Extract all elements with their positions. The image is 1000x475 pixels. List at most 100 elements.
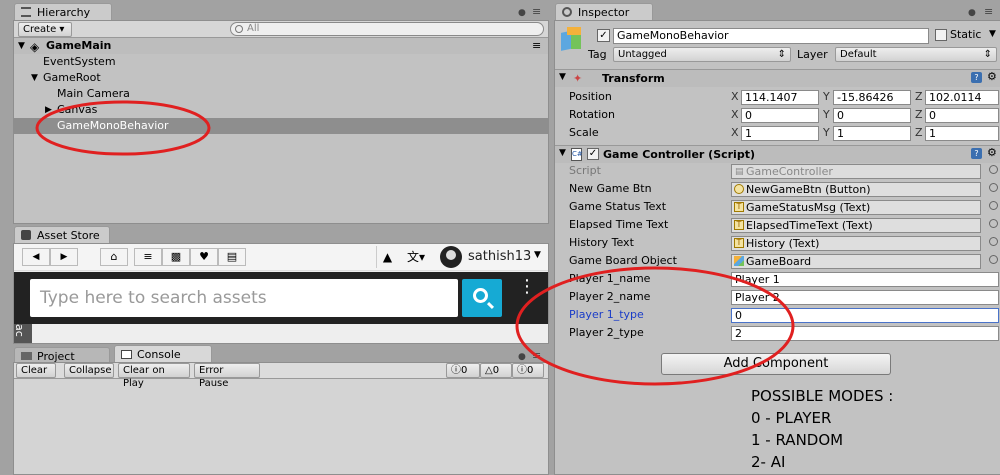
error-icon: ⓘ	[517, 365, 527, 376]
transform-x-field[interactable]: 0	[741, 108, 819, 123]
expand-arrow-icon[interactable]: ▼	[559, 148, 566, 158]
gear-icon[interactable]: ⚙	[987, 146, 997, 159]
add-component-button[interactable]: Add Component	[661, 353, 891, 375]
panel-menu-icon[interactable]: ≡	[532, 5, 541, 18]
transform-icon: ✦	[573, 72, 583, 85]
language-icon[interactable]: 文▾	[402, 246, 430, 268]
script-field-label: Player 2_type	[569, 326, 644, 339]
help-icon[interactable]: ?	[971, 148, 982, 159]
expand-arrow-icon[interactable]: ▼	[31, 70, 38, 86]
error-count-toggle[interactable]: ⓘ0	[512, 363, 544, 378]
script-file-icon: ▤	[735, 167, 744, 177]
hierarchy-item[interactable]: ▶ Canvas	[14, 102, 548, 118]
tab-hierarchy[interactable]: Hierarchy	[14, 3, 112, 21]
lock-icon[interactable]: ●	[518, 8, 526, 18]
user-dropdown-icon[interactable]: ▼	[534, 250, 541, 260]
notification-bell-icon[interactable]: ▲	[376, 246, 398, 268]
console-tab-label: Console	[137, 348, 181, 361]
error-pause-button[interactable]: Error Pause	[194, 363, 260, 389]
script-field-value[interactable]: ▤ GameController	[731, 164, 981, 179]
script-field-row: Player 1_name Player 1	[555, 271, 1000, 289]
object-picker-icon[interactable]	[989, 183, 998, 192]
transform-x-field[interactable]: 1	[741, 126, 819, 141]
cart-icon[interactable]: ▤	[218, 248, 246, 266]
expand-arrow-icon[interactable]: ▼	[18, 38, 25, 54]
script-field-value[interactable]: Player 2	[731, 290, 999, 305]
help-icon[interactable]: ?	[971, 72, 982, 83]
warning-count-toggle[interactable]: △0	[480, 363, 512, 378]
transform-row: Position X 114.1407 Y -15.86426 Z 102.0114	[555, 89, 1000, 107]
wishlist-heart-icon[interactable]: ♥	[190, 248, 218, 266]
gear-icon[interactable]: ⚙	[987, 70, 997, 83]
transform-y-field[interactable]: 1	[833, 126, 911, 141]
inspector-tab-label: Inspector	[578, 6, 630, 19]
list-icon[interactable]: ≡	[134, 248, 162, 266]
lock-icon[interactable]: ●	[518, 352, 526, 362]
username[interactable]: sathish13	[468, 249, 531, 264]
create-dropdown[interactable]: Create ▾	[18, 22, 72, 37]
downloads-icon[interactable]: ▩	[162, 248, 190, 266]
folder-icon	[21, 352, 32, 360]
more-options-icon[interactable]: ⋮	[518, 278, 536, 296]
transform-z-field[interactable]: 0	[925, 108, 999, 123]
script-field-value[interactable]: T History (Text)	[731, 236, 981, 251]
console-toolbar: Clear Collapse Clear on Play Error Pause…	[14, 363, 548, 389]
panel-menu-icon[interactable]: ≡	[532, 349, 541, 362]
avatar[interactable]	[440, 246, 462, 268]
back-button[interactable]: ◀	[22, 248, 50, 266]
script-component-header[interactable]: ▼ C# ✓ Game Controller (Script) ? ⚙	[555, 145, 1000, 163]
object-name-field[interactable]: GameMonoBehavior	[613, 28, 929, 44]
script-field-value[interactable]: 2	[731, 326, 999, 341]
active-checkbox[interactable]: ✓	[597, 29, 610, 42]
tag-dropdown[interactable]: Untagged ⇕	[613, 47, 791, 62]
collapse-button[interactable]: Collapse	[64, 363, 114, 378]
error-count: 0	[527, 365, 534, 376]
static-checkbox[interactable]	[935, 29, 947, 41]
transform-z-field[interactable]: 1	[925, 126, 999, 141]
object-picker-icon[interactable]	[989, 237, 998, 246]
clear-on-play-button[interactable]: Clear on Play	[118, 363, 190, 389]
home-icon[interactable]: ⌂	[100, 248, 128, 266]
log-count-toggle[interactable]: ⓘ0	[446, 363, 480, 378]
tab-asset-store[interactable]: Asset Store	[14, 226, 110, 244]
object-picker-icon[interactable]	[989, 255, 998, 264]
collapse-arrow-icon[interactable]: ▶	[45, 102, 52, 118]
asset-search-button[interactable]	[462, 279, 502, 317]
script-field-value-text: GameBoard	[746, 255, 812, 268]
layer-label: Layer	[797, 48, 828, 61]
object-picker-icon[interactable]	[989, 219, 998, 228]
script-field-value[interactable]: NewGameBtn (Button)	[731, 182, 981, 197]
transform-x-field[interactable]: 114.1407	[741, 90, 819, 105]
clear-button[interactable]: Clear	[16, 363, 56, 378]
layer-dropdown[interactable]: Default ⇕	[835, 47, 997, 62]
script-field-value[interactable]: 0	[731, 308, 999, 323]
panel-menu-icon[interactable]: ≡	[984, 5, 993, 18]
forward-button[interactable]: ▶	[50, 248, 78, 266]
transform-header[interactable]: ▼ ✦ Transform ? ⚙	[555, 69, 1000, 87]
scene-menu-icon[interactable]: ≡	[532, 38, 541, 54]
search-icon	[473, 288, 488, 303]
object-picker-icon[interactable]	[989, 201, 998, 210]
script-field-value[interactable]: T ElapsedTimeText (Text)	[731, 218, 981, 233]
object-picker-icon[interactable]	[989, 165, 998, 174]
tab-inspector[interactable]: Inspector	[555, 3, 653, 21]
script-field-value[interactable]: GameBoard	[731, 254, 981, 269]
transform-z-field[interactable]: 102.0114	[925, 90, 999, 105]
static-dropdown-icon[interactable]: ▼	[989, 29, 996, 39]
transform-y-field[interactable]: -15.86426	[833, 90, 911, 105]
asset-search-input[interactable]: Type here to search assets	[30, 279, 458, 317]
script-field-label: Script	[569, 164, 601, 177]
script-field-value[interactable]: T GameStatusMsg (Text)	[731, 200, 981, 215]
script-field-row: Script ▤ GameController	[555, 163, 1000, 181]
scene-row[interactable]: ▼ ◈ GameMain ≡	[14, 38, 548, 54]
script-field-value[interactable]: Player 1	[731, 272, 999, 287]
lock-icon[interactable]: ●	[968, 8, 976, 18]
transform-y-field[interactable]: 0	[833, 108, 911, 123]
hierarchy-item[interactable]: Main Camera	[14, 86, 548, 102]
hierarchy-search-field[interactable]: All	[230, 22, 544, 36]
component-enabled-checkbox[interactable]: ✓	[587, 148, 599, 160]
expand-arrow-icon[interactable]: ▼	[559, 72, 566, 82]
hierarchy-item[interactable]: ▼ GameRoot	[14, 70, 548, 86]
hierarchy-item-selected[interactable]: GameMonoBehavior	[14, 118, 548, 134]
hierarchy-item[interactable]: EventSystem	[14, 54, 548, 70]
